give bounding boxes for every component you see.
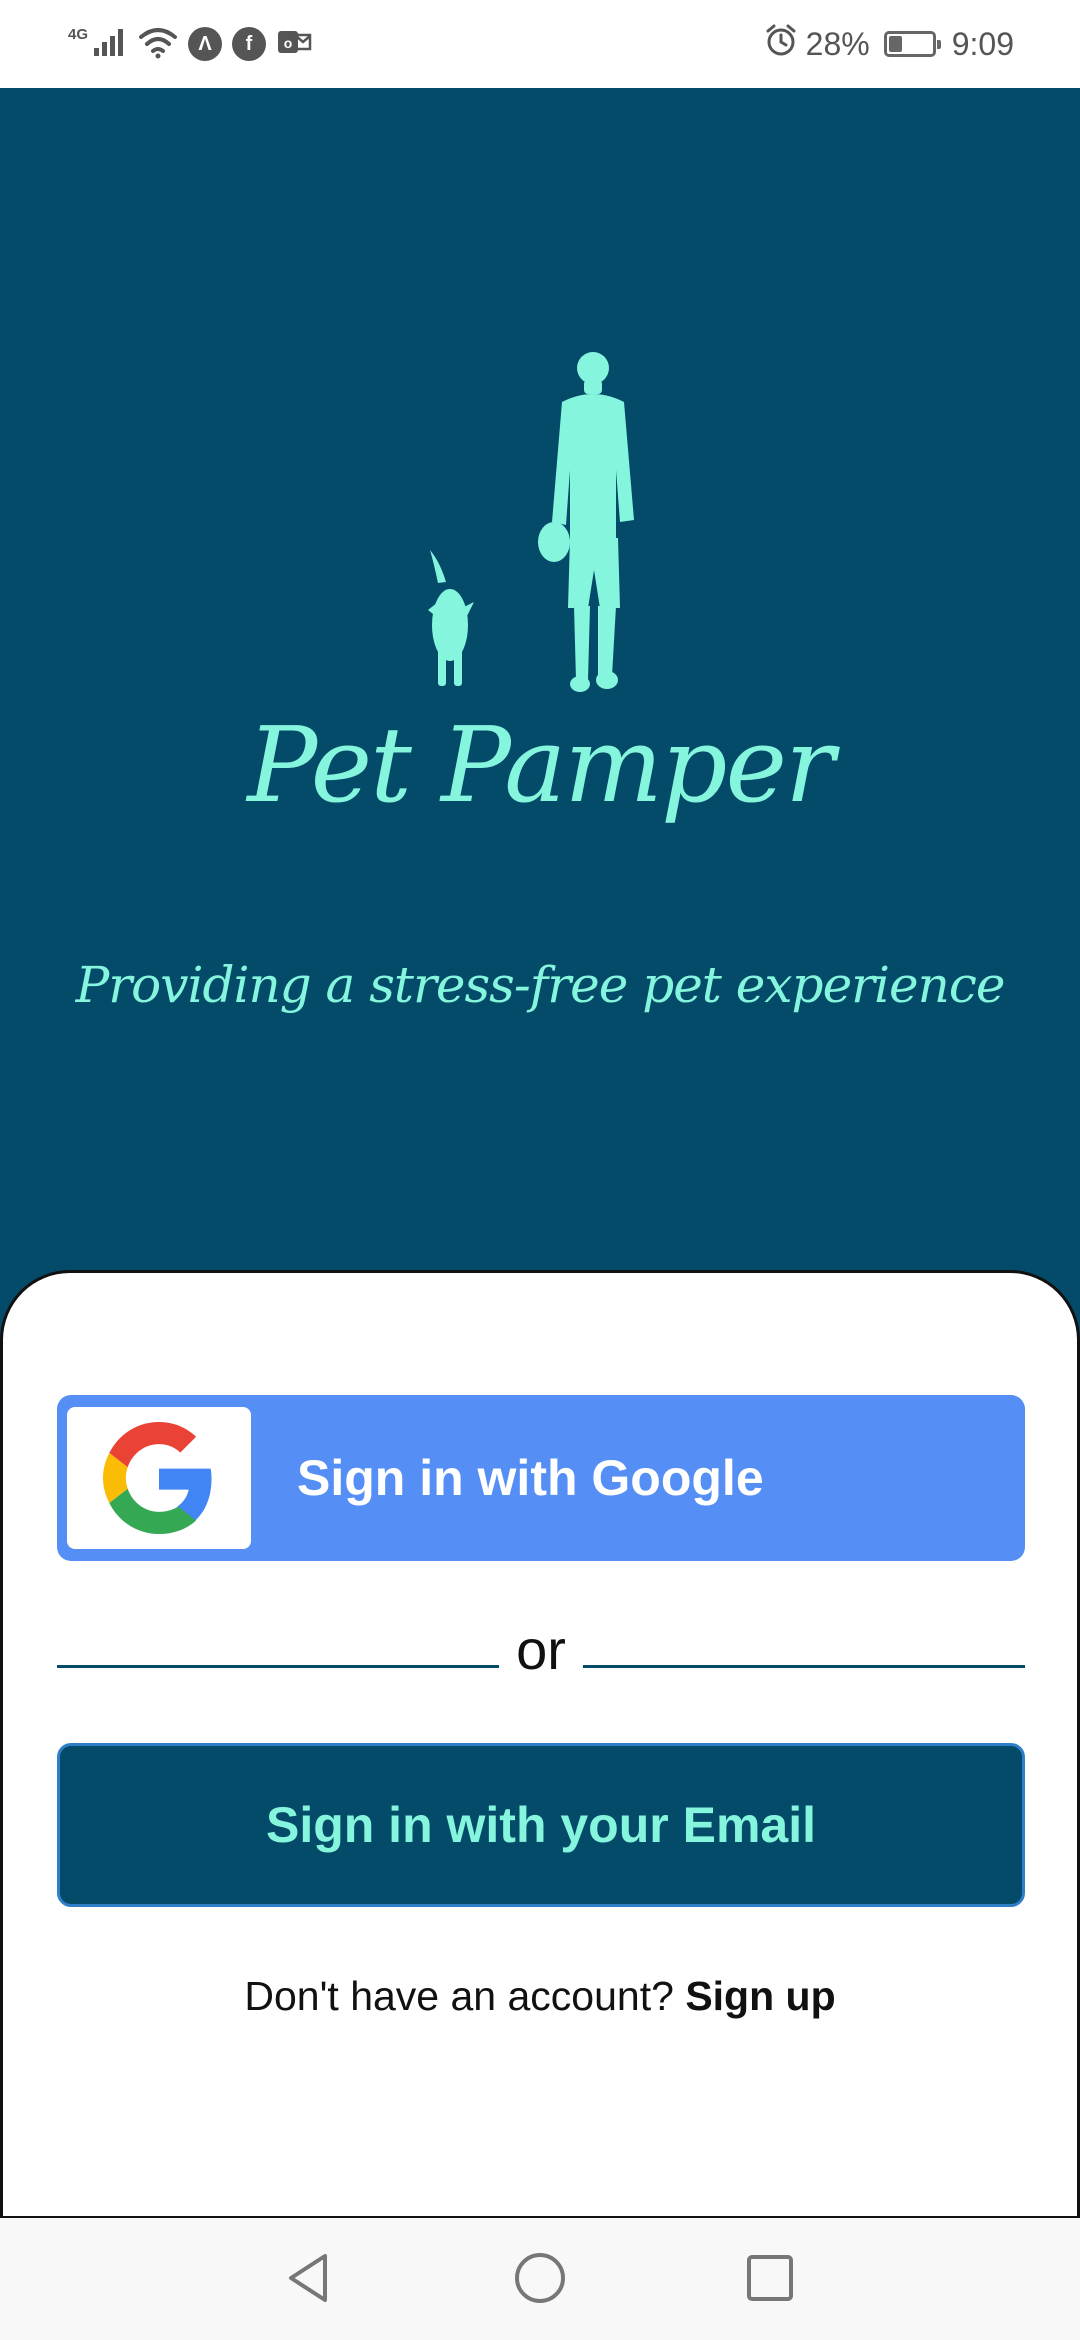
hero-section: Pet Pamper Providing a stress-free pet e…	[0, 88, 1080, 1278]
home-button[interactable]	[510, 2248, 570, 2308]
signup-link[interactable]: Sign up	[685, 1973, 835, 2019]
no-account-text: Don't have an account?	[244, 1973, 674, 2019]
clock-time: 9:09	[951, 25, 1014, 62]
status-bar: 4G Λ f o 28% 9:09	[0, 0, 1080, 88]
recents-button[interactable]	[740, 2248, 800, 2308]
system-nav-bar	[0, 2216, 1080, 2340]
battery-icon	[883, 31, 941, 57]
signup-prompt: Don't have an account? Sign up	[3, 1973, 1077, 2020]
network-type-label: 4G	[68, 25, 89, 43]
wifi-icon	[138, 25, 178, 64]
divider-text: or	[516, 1618, 566, 1681]
status-left-icons: 4G Λ f o	[68, 22, 312, 66]
person-walking-dog-illustration	[428, 352, 634, 692]
app-a-icon: Λ	[188, 27, 223, 61]
status-right-icons: 28% 9:09	[764, 22, 1014, 66]
battery-level-fill	[888, 36, 902, 52]
or-divider: or	[57, 1613, 1025, 1693]
home-icon	[515, 2253, 565, 2303]
tagline: Providing a stress-free pet experience	[75, 956, 1006, 1014]
divider-line-right	[583, 1665, 1025, 1668]
google-logo-icon	[103, 1422, 212, 1534]
login-screen: 4G Λ f o 28% 9:09 Pet Pamper Providing a…	[0, 0, 1080, 2340]
svg-text:o: o	[284, 35, 293, 51]
auth-sheet: Sign in with Google or Sign in with your…	[0, 1270, 1080, 2218]
alarm-icon	[764, 23, 798, 65]
email-signin-label: Sign in with your Email	[265, 1797, 817, 1853]
battery-percent: 28%	[805, 25, 870, 62]
google-signin-button[interactable]: Sign in with Google	[57, 1395, 1025, 1561]
app-name: Pet Pamper	[247, 704, 834, 826]
back-button[interactable]	[278, 2248, 338, 2308]
back-icon	[289, 2254, 327, 2302]
recents-icon	[747, 2255, 793, 2301]
signal-icon	[92, 26, 128, 63]
google-logo-container	[67, 1407, 251, 1549]
email-signin-button[interactable]: Sign in with your Email	[57, 1743, 1025, 1907]
outlook-icon: o	[276, 27, 312, 62]
facebook-icon: f	[232, 27, 267, 61]
google-signin-label: Sign in with Google	[297, 1450, 764, 1506]
